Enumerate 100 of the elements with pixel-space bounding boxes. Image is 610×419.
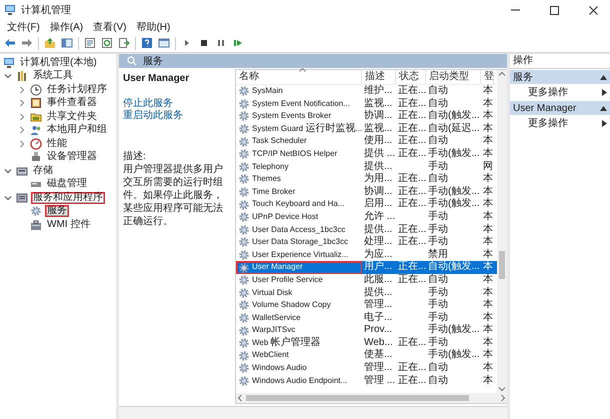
table-row[interactable]: User Data Access_1bc3cc 提供... 正在... 手动 本: [236, 224, 497, 236]
table-cell-text: User Data Access_1bc3cc: [252, 224, 346, 236]
wmi-icon: [30, 218, 42, 231]
table-cell-text: 网: [482, 160, 494, 172]
scrollbar-thumb[interactable]: [246, 395, 469, 401]
table-row[interactable]: Windows Audio 管理... 正在... 自动 本: [236, 362, 497, 375]
tree-item[interactable]: 本地用户和组: [45, 124, 109, 136]
console-tree-icon[interactable]: [158, 37, 170, 49]
column-header[interactable]: 登: [484, 71, 494, 82]
console-tree-icon[interactable]: [61, 37, 73, 49]
column-header[interactable]: 描述: [365, 71, 385, 82]
table-cell-text: 本: [482, 312, 494, 324]
scroll-down-icon[interactable]: [498, 385, 506, 393]
table-row[interactable]: User Profile Service 此服... 正在... 自动 本: [236, 274, 497, 286]
table-cell-text: 本: [482, 135, 494, 148]
table-cell-text: 本: [482, 98, 494, 110]
table-row[interactable]: Virtual Disk 提供... 手动 本: [236, 286, 497, 300]
table-row[interactable]: User Data Storage_1bc3cc 处理... 正在... 手动 本: [236, 236, 497, 249]
pause-icon[interactable]: [215, 37, 227, 49]
tree-item[interactable]: 任务计划程序: [45, 84, 109, 96]
submenu-arrow-icon: [602, 120, 607, 126]
close-icon[interactable]: [588, 4, 598, 16]
back-arrow-icon[interactable]: [4, 37, 16, 49]
action-link[interactable]: 重启动此服务: [123, 110, 183, 121]
tree-item[interactable]: 服务: [45, 205, 69, 218]
gear-icon: [238, 324, 250, 337]
table-cell-text: WarpJITSvc: [252, 324, 296, 336]
table-row[interactable]: WalletService 电子... 手动 本: [236, 312, 497, 324]
table-cell: System Guard 运行时监视...: [252, 122, 362, 136]
scroll-right-icon[interactable]: [499, 394, 507, 402]
tree-item[interactable]: 共享文件夹: [45, 110, 99, 123]
table-row[interactable]: Telephony 提供... 手动 网: [236, 160, 497, 174]
scroll-up-icon[interactable]: [498, 70, 506, 78]
chevron-right-icon[interactable]: [17, 138, 27, 149]
table-row[interactable]: WarpJITSvc Prov... 手动(触发... 本: [236, 324, 497, 337]
column-header[interactable]: 名称: [239, 71, 259, 82]
table-row[interactable]: System Events Broker 协调... 正在... 自动(触发... 本: [236, 110, 497, 123]
menu-item[interactable]: 查看(V): [88, 20, 132, 34]
chevron-right-icon[interactable]: [17, 98, 27, 108]
section-header[interactable]: 服务: [510, 70, 610, 84]
chevron-right-icon[interactable]: [17, 84, 27, 95]
maximize-icon[interactable]: [548, 4, 560, 16]
table-row[interactable]: UPnP Device Host 允许 ... 手动 本: [236, 210, 497, 224]
scrollbar-thumb[interactable]: [499, 250, 505, 279]
action-item[interactable]: 更多操作: [528, 85, 568, 99]
table-cell-text: 本: [482, 122, 494, 134]
scroll-left-icon[interactable]: [236, 394, 244, 402]
gear-icon: [238, 136, 250, 148]
gear-icon: [238, 173, 250, 186]
table-row[interactable]: WebClient 使基... 手动(触发... 本: [236, 349, 497, 362]
menu-item[interactable]: 操作(A): [44, 20, 88, 34]
tree-item[interactable]: WMI 控件: [45, 218, 92, 231]
tree-item[interactable]: 设备管理器: [45, 151, 99, 164]
column-header[interactable]: 状态: [399, 71, 419, 82]
stop-icon[interactable]: [198, 37, 210, 49]
tree-item[interactable]: 磁盘管理: [45, 178, 89, 190]
table-row[interactable]: SysMain 维护... 正在... 自动 本: [236, 85, 497, 98]
chevron-right-icon[interactable]: [17, 125, 27, 136]
forward-arrow-icon[interactable]: [21, 37, 33, 49]
table-cell-text: 监视...: [363, 98, 394, 110]
table-cell-text: 自动: [427, 362, 449, 375]
table-cell-text: 本: [482, 349, 494, 362]
tree-item[interactable]: 系统工具: [31, 70, 75, 82]
properties-icon[interactable]: [84, 37, 96, 49]
table-row[interactable]: User Experience Virtualiz... 为应... 禁用 本: [236, 248, 497, 262]
table-row[interactable]: System Guard 运行时监视... 监视... 正在... 自动(延迟... 本: [236, 122, 497, 136]
table-row[interactable]: Touch Keyboard and Ha... 启用... 正在... 手动(触发... 本: [236, 198, 497, 211]
table-row[interactable]: Web 帐户管理器 Web... 正在... 手动 本: [236, 336, 497, 350]
table-row[interactable]: Themes 为用... 正在... 自动 本: [236, 173, 497, 186]
help-icon[interactable]: [141, 37, 153, 49]
table-row[interactable]: TCP/IP NetBIOS Helper 提供 ... 正在... 手动(触发... 本: [236, 148, 497, 161]
column-header[interactable]: 启动类型: [429, 71, 469, 82]
table-row[interactable]: Windows Audio Endpoint... 管理 ... 正在... 自动 本: [236, 374, 497, 388]
action-item[interactable]: 更多操作: [528, 116, 568, 130]
tree-item[interactable]: 事件查看器: [45, 97, 99, 110]
table-row[interactable]: Time Broker 协调... 正在... 手动(触发... 本: [236, 186, 497, 198]
resume-icon[interactable]: [232, 37, 244, 49]
table-cell-text: User Data Storage_1bc3cc: [252, 236, 348, 248]
collapse-caret-icon[interactable]: [600, 74, 607, 80]
tree-item[interactable]: 服务和应用程序: [31, 192, 105, 204]
action-link[interactable]: 停止此服务: [123, 98, 173, 109]
export-icon[interactable]: [118, 37, 130, 49]
table-row[interactable]: User Manager 用户... 正在... 自动(触发... 本: [236, 261, 497, 274]
refresh-icon[interactable]: [101, 37, 113, 49]
menu-item[interactable]: 帮助(H): [131, 20, 176, 34]
table-cell-text: 自动: [427, 173, 449, 186]
tree-item[interactable]: 存储: [31, 164, 55, 177]
collapse-caret-icon[interactable]: [600, 106, 607, 110]
table-row[interactable]: Task Scheduler 使用... 正在... 自动 本: [236, 135, 497, 148]
section-header[interactable]: User Manager: [510, 101, 610, 115]
table-cell-text: 禁用: [427, 248, 449, 261]
folder-up-icon[interactable]: [44, 37, 56, 49]
tree-item[interactable]: 性能: [45, 138, 69, 150]
chevron-right-icon[interactable]: [17, 112, 27, 122]
menu-item[interactable]: 文件(F): [2, 20, 45, 34]
table-row[interactable]: System Event Notification... 监视... 正在... 自动 本: [236, 98, 497, 110]
table-row[interactable]: Volume Shadow Copy 管理... 手动 本: [236, 299, 497, 312]
tree-item[interactable]: 计算机管理(本地): [18, 56, 99, 69]
device-icon: [30, 151, 42, 164]
table-cell-text: 本: [482, 248, 494, 261]
